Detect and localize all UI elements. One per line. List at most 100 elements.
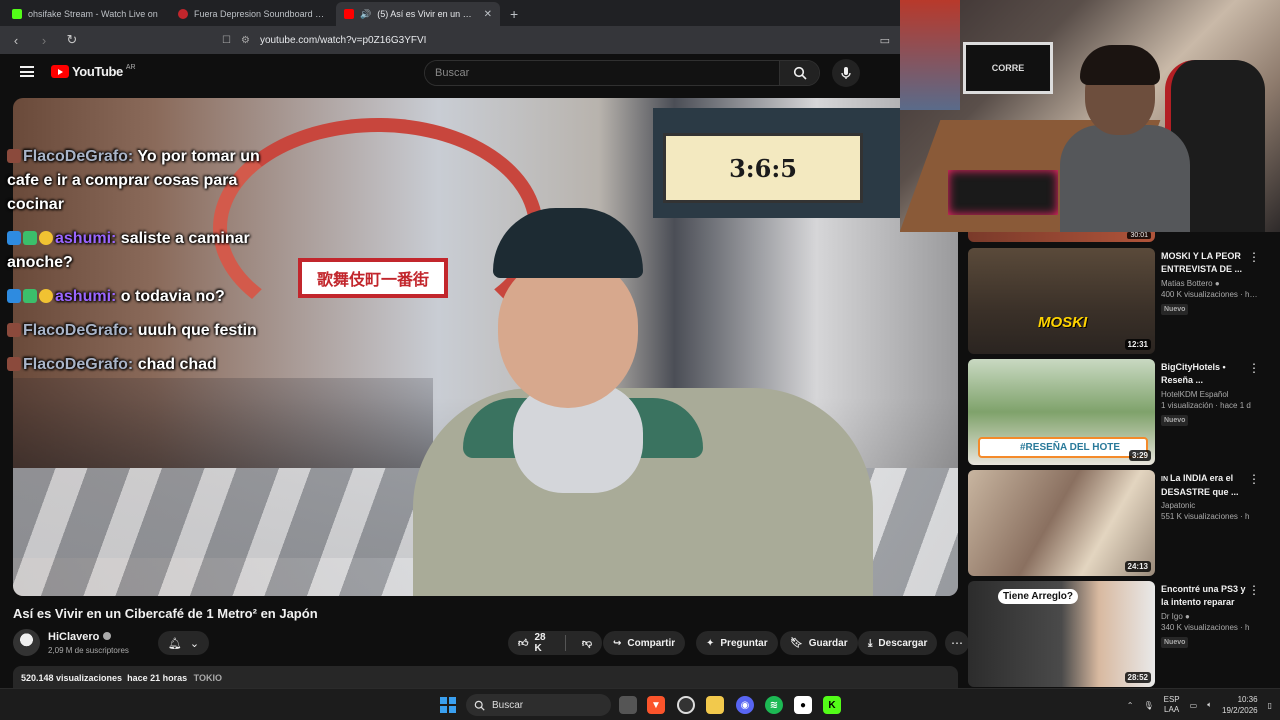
chat-badge-icon [7, 323, 21, 337]
thumbnail-overlay-text: Tiene Arreglo? [998, 589, 1079, 604]
logo-text: YouTube [72, 64, 123, 79]
browser-tab-youtube[interactable]: 🔊 (5) Así es Vivir en un Cibercafé ✕ [336, 2, 500, 26]
clock[interactable]: 10:36 19/2/2026 [1222, 694, 1258, 716]
forward-icon[interactable]: › [36, 33, 52, 48]
channel-name[interactable]: HiClavero [48, 631, 112, 643]
video-meta: 551 K visualizaciones · h [1161, 512, 1250, 521]
brave-browser-icon[interactable]: ▼ [647, 696, 665, 714]
ask-button[interactable]: ✦ Preguntar [696, 631, 778, 655]
notifications-icon[interactable]: ▯ [1268, 701, 1272, 710]
language-indicator[interactable]: ESP LAA [1164, 695, 1180, 715]
network-icon[interactable]: ▭ [1190, 701, 1198, 710]
close-tab-icon[interactable]: ✕ [484, 9, 492, 20]
chevron-up-icon[interactable]: ⌃ [1127, 701, 1134, 710]
task-view-icon[interactable] [619, 696, 637, 714]
dislike-button[interactable]: 👎︎ [572, 631, 602, 655]
video-thumbnail[interactable]: #RESEÑA DEL HOTE 3:29 [968, 359, 1155, 465]
more-vertical-icon[interactable]: ⋮ [1248, 472, 1260, 486]
browser-tab-soundboard[interactable]: Fuera Depresion Soundboard - Boto [170, 2, 334, 26]
browser-tab-kick[interactable]: ohsifake Stream - Watch Live on [4, 2, 168, 26]
cast-icon[interactable]: ▭ [880, 34, 890, 47]
india-flag-icon: IN [1161, 476, 1170, 483]
tab-title: ohsifake Stream - Watch Live on [28, 9, 158, 19]
file-explorer-icon[interactable] [706, 696, 724, 714]
site-info-icon[interactable]: ⚙ [241, 35, 250, 46]
chat-badge-icon [7, 149, 21, 163]
recommended-video[interactable]: #RESEÑA DEL HOTE 3:29 BigCityHotels • Re… [968, 359, 1268, 465]
search-button[interactable] [779, 61, 819, 85]
notification-settings-button[interactable]: 🔔︎ ⌄ [158, 631, 209, 655]
ask-label: Preguntar [720, 637, 768, 649]
video-thumbnail[interactable]: 24:13 [968, 470, 1155, 576]
channel-avatar[interactable] [13, 629, 40, 656]
download-label: Descargar [878, 637, 928, 649]
recommended-video[interactable]: Tiene Arreglo? 28:52 Encontré una PS3 y … [968, 581, 1268, 687]
upload-age: hace 21 horas [127, 673, 188, 683]
discord-icon[interactable]: ◉ [736, 696, 754, 714]
video-tag[interactable]: TOKIO [194, 673, 222, 683]
new-tab-button[interactable]: + [502, 6, 526, 26]
volume-icon[interactable]: 🔈︎ [1207, 700, 1212, 710]
search-box [424, 60, 820, 86]
video-title[interactable]: Encontré una PS3 y la intento reparar [1161, 583, 1247, 609]
hamburger-menu-icon[interactable] [20, 66, 34, 77]
chat-message: ashumi: saliste a caminar anoche? [7, 227, 277, 275]
duration-badge: 28:52 [1124, 672, 1151, 683]
duration-badge: 24:13 [1124, 561, 1151, 572]
channel-name[interactable]: HotelKDM Español [1161, 390, 1229, 399]
search-input[interactable] [425, 61, 779, 85]
windows-start-icon[interactable] [440, 697, 456, 713]
youtube-favicon-icon [344, 9, 354, 19]
more-vertical-icon[interactable]: ⋮ [1248, 250, 1260, 264]
description-box[interactable]: 520.148 visualizaciones hace 21 horas TO… [13, 666, 958, 690]
reload-icon[interactable]: ↻ [64, 32, 80, 48]
chat-text: uuuh que festin [133, 322, 257, 339]
more-vertical-icon[interactable]: ⋮ [1248, 361, 1260, 375]
search-icon [793, 66, 807, 80]
thumbs-up-icon: 👍︎ [518, 638, 529, 649]
chrome-icon[interactable] [677, 696, 695, 714]
download-icon: ⤓ [868, 637, 873, 649]
duration-badge: 30:01 [1127, 232, 1151, 239]
tab-title: Fuera Depresion Soundboard - Boto [194, 9, 326, 19]
voice-search-button[interactable] [832, 59, 860, 87]
divider [565, 635, 566, 651]
video-thumbnail[interactable]: Tiene Arreglo? 28:52 [968, 581, 1155, 687]
download-button[interactable]: ⤓ Descargar [858, 631, 938, 655]
back-icon[interactable]: ‹ [8, 33, 24, 48]
keyboard-layout: LAA [1164, 705, 1180, 714]
youtube-logo[interactable]: YouTube AR [51, 64, 136, 79]
obs-icon[interactable]: ● [794, 696, 812, 714]
video-title-text: La INDIA era el DESASTRE que ... [1161, 473, 1239, 497]
channel-name[interactable]: Dr Igo ● [1161, 612, 1190, 621]
recommended-video[interactable]: 24:13 IN La INDIA era el DESASTRE que ..… [968, 470, 1268, 576]
video-meta: 1 visualización · hace 1 d [1161, 401, 1251, 410]
kick-icon[interactable]: K [823, 696, 841, 714]
verified-icon: ● [1214, 279, 1220, 288]
channel-name[interactable]: Japatonic [1161, 501, 1195, 510]
like-dislike-group: 👍︎ 28 K 👎︎ [508, 631, 602, 655]
more-actions-button[interactable]: ⋯ [945, 631, 969, 655]
video-title[interactable]: IN La INDIA era el DESASTRE que ... [1161, 472, 1247, 498]
video-title[interactable]: BigCityHotels • Reseña ... [1161, 361, 1247, 387]
share-button[interactable]: ↪ Compartir [603, 631, 686, 655]
save-button[interactable]: 🔖︎ Guardar [780, 631, 858, 655]
channel-name[interactable]: Matias Bottero ● [1161, 279, 1220, 288]
browser-tab-bar: ohsifake Stream - Watch Live on Fuera De… [0, 0, 900, 26]
microphone-icon[interactable]: 🎙︎ [1143, 701, 1153, 710]
bookmark-icon[interactable]: ☐ [222, 35, 231, 46]
webcam-wall-frame: CORRE [963, 42, 1053, 94]
more-vertical-icon[interactable]: ⋮ [1248, 583, 1260, 597]
streamer-webcam: CORRE [900, 0, 1280, 232]
url-field[interactable]: ☐ ⚙ youtube.com/watch?v=p0Z16G3YFVI ▭ [222, 29, 890, 51]
video-title[interactable]: MOSKI Y LA PEOR ENTREVISTA DE ... [1161, 250, 1247, 276]
webcam-keyboard [948, 170, 1058, 215]
partial-thumbnail[interactable]: 30:01 [968, 232, 1155, 242]
search-icon [474, 700, 485, 711]
chat-message: FlacoDeGrafo: chad chad [7, 353, 277, 377]
like-button[interactable]: 👍︎ 28 K [508, 631, 559, 655]
taskbar-search[interactable]: Buscar [466, 694, 611, 716]
video-thumbnail[interactable]: MOSKI 12:31 [968, 248, 1155, 354]
recommended-video[interactable]: MOSKI 12:31 MOSKI Y LA PEOR ENTREVISTA D… [968, 248, 1268, 354]
spotify-icon[interactable]: ≋ [765, 696, 783, 714]
